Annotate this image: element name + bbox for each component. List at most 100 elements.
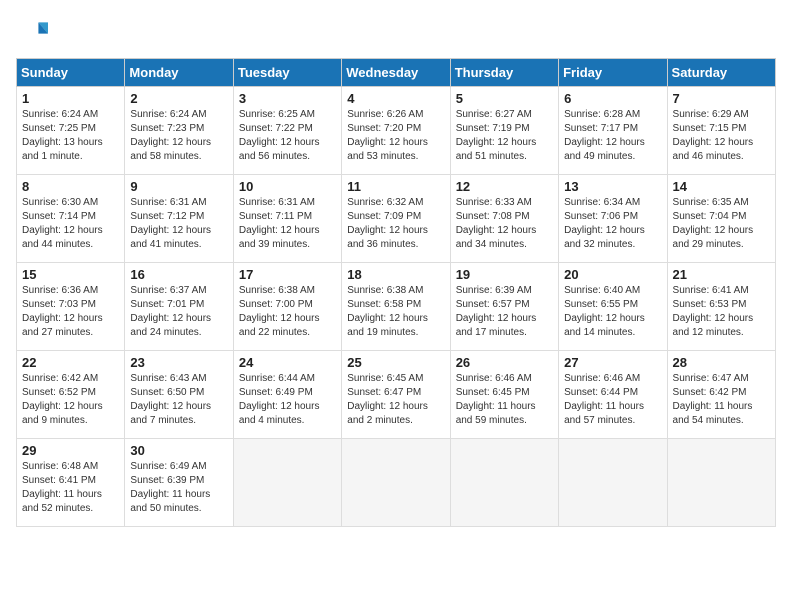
calendar-header-cell: Saturday — [667, 59, 775, 87]
sunset-label: Sunset: 7:09 PM — [347, 211, 421, 222]
sunset-label: Sunset: 7:17 PM — [564, 123, 638, 134]
calendar-week-row: 1 Sunrise: 6:24 AM Sunset: 7:25 PM Dayli… — [17, 87, 776, 175]
calendar-day-cell: 24 Sunrise: 6:44 AM Sunset: 6:49 PM Dayl… — [233, 351, 341, 439]
daylight-label: Daylight: 12 hours and 32 minutes. — [564, 225, 645, 250]
sunset-label: Sunset: 7:00 PM — [239, 299, 313, 310]
daylight-label: Daylight: 11 hours and 50 minutes. — [130, 489, 210, 514]
sunrise-label: Sunrise: 6:35 AM — [673, 197, 749, 208]
daylight-label: Daylight: 12 hours and 51 minutes. — [456, 137, 537, 162]
daylight-label: Daylight: 13 hours and 1 minute. — [22, 137, 103, 162]
day-number: 1 — [22, 91, 119, 106]
calendar-day-cell: 14 Sunrise: 6:35 AM Sunset: 7:04 PM Dayl… — [667, 175, 775, 263]
calendar-day-cell — [450, 439, 558, 527]
day-number: 22 — [22, 355, 119, 370]
day-number: 18 — [347, 267, 444, 282]
cell-info: Sunrise: 6:27 AM Sunset: 7:19 PM Dayligh… — [456, 108, 553, 164]
daylight-label: Daylight: 12 hours and 46 minutes. — [673, 137, 754, 162]
calendar-day-cell: 28 Sunrise: 6:47 AM Sunset: 6:42 PM Dayl… — [667, 351, 775, 439]
calendar-day-cell: 2 Sunrise: 6:24 AM Sunset: 7:23 PM Dayli… — [125, 87, 233, 175]
daylight-label: Daylight: 12 hours and 4 minutes. — [239, 401, 320, 426]
day-number: 15 — [22, 267, 119, 282]
sunrise-label: Sunrise: 6:32 AM — [347, 197, 423, 208]
calendar-header-cell: Monday — [125, 59, 233, 87]
calendar-day-cell: 18 Sunrise: 6:38 AM Sunset: 6:58 PM Dayl… — [342, 263, 450, 351]
day-number: 20 — [564, 267, 661, 282]
cell-info: Sunrise: 6:36 AM Sunset: 7:03 PM Dayligh… — [22, 284, 119, 340]
daylight-label: Daylight: 12 hours and 39 minutes. — [239, 225, 320, 250]
cell-info: Sunrise: 6:46 AM Sunset: 6:44 PM Dayligh… — [564, 372, 661, 428]
sunrise-label: Sunrise: 6:28 AM — [564, 109, 640, 120]
calendar-header-cell: Thursday — [450, 59, 558, 87]
sunset-label: Sunset: 7:12 PM — [130, 211, 204, 222]
calendar-day-cell: 23 Sunrise: 6:43 AM Sunset: 6:50 PM Dayl… — [125, 351, 233, 439]
sunrise-label: Sunrise: 6:37 AM — [130, 285, 206, 296]
calendar-day-cell: 27 Sunrise: 6:46 AM Sunset: 6:44 PM Dayl… — [559, 351, 667, 439]
sunrise-label: Sunrise: 6:26 AM — [347, 109, 423, 120]
logo-icon — [16, 16, 48, 48]
cell-info: Sunrise: 6:25 AM Sunset: 7:22 PM Dayligh… — [239, 108, 336, 164]
calendar-day-cell: 10 Sunrise: 6:31 AM Sunset: 7:11 PM Dayl… — [233, 175, 341, 263]
cell-info: Sunrise: 6:33 AM Sunset: 7:08 PM Dayligh… — [456, 196, 553, 252]
sunset-label: Sunset: 6:50 PM — [130, 387, 204, 398]
calendar-day-cell — [559, 439, 667, 527]
day-number: 10 — [239, 179, 336, 194]
day-number: 6 — [564, 91, 661, 106]
cell-info: Sunrise: 6:24 AM Sunset: 7:23 PM Dayligh… — [130, 108, 227, 164]
daylight-label: Daylight: 12 hours and 56 minutes. — [239, 137, 320, 162]
day-number: 21 — [673, 267, 770, 282]
sunrise-label: Sunrise: 6:34 AM — [564, 197, 640, 208]
calendar-day-cell: 9 Sunrise: 6:31 AM Sunset: 7:12 PM Dayli… — [125, 175, 233, 263]
day-number: 19 — [456, 267, 553, 282]
cell-info: Sunrise: 6:44 AM Sunset: 6:49 PM Dayligh… — [239, 372, 336, 428]
calendar-header-cell: Sunday — [17, 59, 125, 87]
calendar-week-row: 29 Sunrise: 6:48 AM Sunset: 6:41 PM Dayl… — [17, 439, 776, 527]
daylight-label: Daylight: 11 hours and 57 minutes. — [564, 401, 644, 426]
calendar-day-cell: 22 Sunrise: 6:42 AM Sunset: 6:52 PM Dayl… — [17, 351, 125, 439]
day-number: 29 — [22, 443, 119, 458]
calendar-day-cell: 30 Sunrise: 6:49 AM Sunset: 6:39 PM Dayl… — [125, 439, 233, 527]
sunrise-label: Sunrise: 6:30 AM — [22, 197, 98, 208]
cell-info: Sunrise: 6:31 AM Sunset: 7:11 PM Dayligh… — [239, 196, 336, 252]
sunset-label: Sunset: 7:06 PM — [564, 211, 638, 222]
day-number: 11 — [347, 179, 444, 194]
page-header — [16, 16, 776, 48]
sunset-label: Sunset: 7:22 PM — [239, 123, 313, 134]
sunset-label: Sunset: 6:44 PM — [564, 387, 638, 398]
calendar-day-cell: 25 Sunrise: 6:45 AM Sunset: 6:47 PM Dayl… — [342, 351, 450, 439]
day-number: 8 — [22, 179, 119, 194]
calendar-day-cell: 11 Sunrise: 6:32 AM Sunset: 7:09 PM Dayl… — [342, 175, 450, 263]
sunrise-label: Sunrise: 6:27 AM — [456, 109, 532, 120]
cell-info: Sunrise: 6:39 AM Sunset: 6:57 PM Dayligh… — [456, 284, 553, 340]
daylight-label: Daylight: 12 hours and 29 minutes. — [673, 225, 754, 250]
cell-info: Sunrise: 6:40 AM Sunset: 6:55 PM Dayligh… — [564, 284, 661, 340]
sunset-label: Sunset: 7:25 PM — [22, 123, 96, 134]
calendar-day-cell: 15 Sunrise: 6:36 AM Sunset: 7:03 PM Dayl… — [17, 263, 125, 351]
sunset-label: Sunset: 7:08 PM — [456, 211, 530, 222]
cell-info: Sunrise: 6:49 AM Sunset: 6:39 PM Dayligh… — [130, 460, 227, 516]
calendar-day-cell: 20 Sunrise: 6:40 AM Sunset: 6:55 PM Dayl… — [559, 263, 667, 351]
daylight-label: Daylight: 12 hours and 14 minutes. — [564, 313, 645, 338]
cell-info: Sunrise: 6:31 AM Sunset: 7:12 PM Dayligh… — [130, 196, 227, 252]
cell-info: Sunrise: 6:38 AM Sunset: 7:00 PM Dayligh… — [239, 284, 336, 340]
calendar-day-cell: 12 Sunrise: 6:33 AM Sunset: 7:08 PM Dayl… — [450, 175, 558, 263]
calendar-day-cell: 6 Sunrise: 6:28 AM Sunset: 7:17 PM Dayli… — [559, 87, 667, 175]
daylight-label: Daylight: 12 hours and 19 minutes. — [347, 313, 428, 338]
cell-info: Sunrise: 6:28 AM Sunset: 7:17 PM Dayligh… — [564, 108, 661, 164]
sunrise-label: Sunrise: 6:36 AM — [22, 285, 98, 296]
calendar-day-cell: 4 Sunrise: 6:26 AM Sunset: 7:20 PM Dayli… — [342, 87, 450, 175]
calendar-day-cell — [233, 439, 341, 527]
sunrise-label: Sunrise: 6:39 AM — [456, 285, 532, 296]
day-number: 17 — [239, 267, 336, 282]
sunrise-label: Sunrise: 6:38 AM — [347, 285, 423, 296]
day-number: 3 — [239, 91, 336, 106]
cell-info: Sunrise: 6:35 AM Sunset: 7:04 PM Dayligh… — [673, 196, 770, 252]
sunrise-label: Sunrise: 6:29 AM — [673, 109, 749, 120]
calendar-header-cell: Tuesday — [233, 59, 341, 87]
calendar-day-cell: 29 Sunrise: 6:48 AM Sunset: 6:41 PM Dayl… — [17, 439, 125, 527]
day-number: 25 — [347, 355, 444, 370]
calendar-day-cell: 13 Sunrise: 6:34 AM Sunset: 7:06 PM Dayl… — [559, 175, 667, 263]
day-number: 5 — [456, 91, 553, 106]
sunset-label: Sunset: 6:41 PM — [22, 475, 96, 486]
daylight-label: Daylight: 12 hours and 53 minutes. — [347, 137, 428, 162]
sunrise-label: Sunrise: 6:46 AM — [456, 373, 532, 384]
